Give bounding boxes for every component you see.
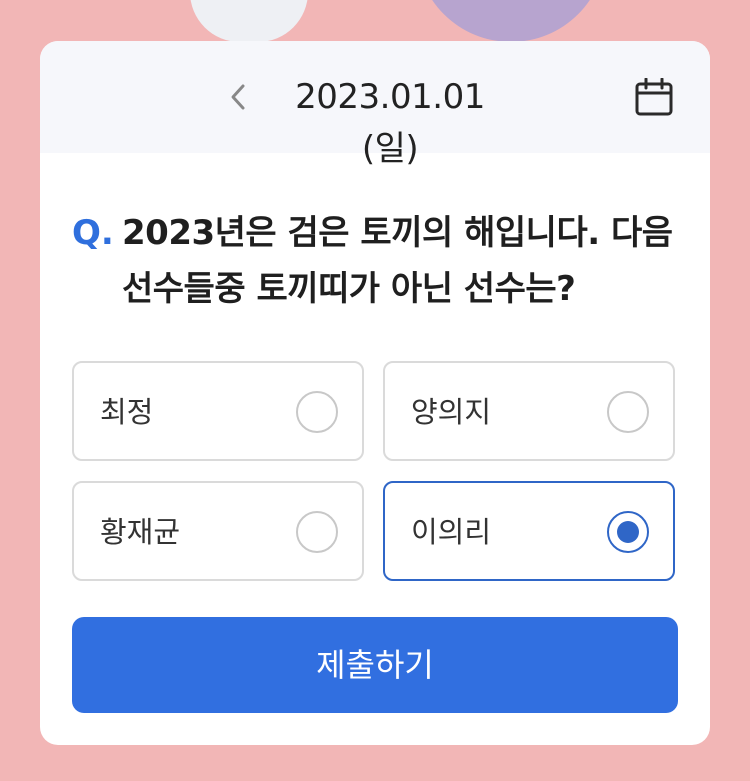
option-1[interactable]: 최정 [72, 361, 364, 461]
question-text: 2023년은 검은 토끼의 해입니다. 다음 선수들중 토끼띠가 아닌 선수는? [122, 213, 673, 309]
date-label: 2023.01.01 (일) [295, 77, 485, 169]
radio-unchecked-icon[interactable] [296, 391, 338, 433]
calendar-button[interactable] [634, 77, 674, 117]
option-label: 이의리 [411, 515, 492, 549]
mascot-illustration [190, 0, 308, 42]
calendar-icon [635, 78, 673, 116]
submit-button[interactable]: 제출하기 [72, 617, 678, 713]
chevron-left-icon [231, 84, 245, 110]
option-4[interactable]: 이의리 [383, 481, 675, 581]
radio-unchecked-icon[interactable] [607, 391, 649, 433]
question: Q. 2023년은 검은 토끼의 해입니다. 다음 선수들중 토끼띠가 아닌 선… [72, 205, 682, 317]
option-label: 양의지 [411, 395, 492, 429]
question-prefix: Q. [72, 213, 114, 253]
option-label: 황재균 [100, 515, 181, 549]
option-3[interactable]: 황재균 [72, 481, 364, 581]
radio-checked-icon[interactable] [607, 511, 649, 553]
quiz-card: 2023.01.01 (일) Q. 2023년은 검은 토끼의 해입니다. 다음… [40, 41, 710, 745]
prev-date-button[interactable] [220, 77, 256, 117]
balloon-illustration [416, 0, 606, 42]
option-label: 최정 [100, 395, 154, 429]
card-header: 2023.01.01 (일) [40, 41, 710, 169]
radio-unchecked-icon[interactable] [296, 511, 338, 553]
radio-dot [617, 521, 639, 543]
option-2[interactable]: 양의지 [383, 361, 675, 461]
